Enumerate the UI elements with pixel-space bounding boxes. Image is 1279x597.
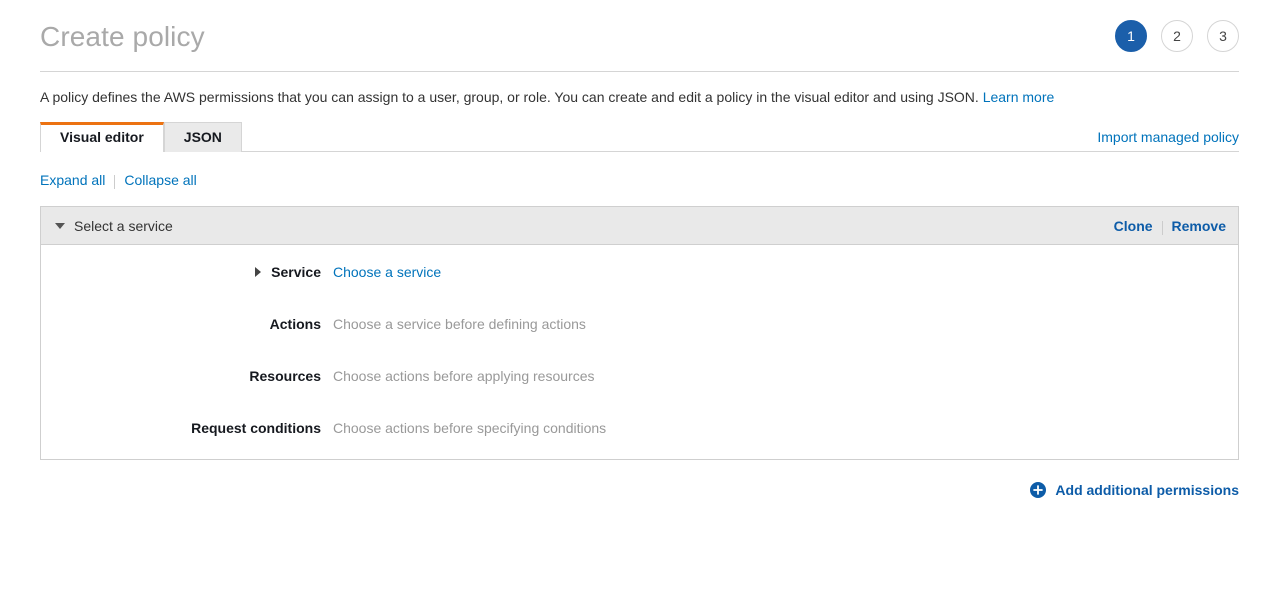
chevron-right-icon[interactable]: [255, 267, 262, 277]
add-additional-permissions-label: Add additional permissions: [1055, 482, 1239, 498]
clone-link[interactable]: Clone: [1114, 218, 1153, 234]
step-indicator-2[interactable]: 2: [1161, 19, 1193, 52]
actions-label: Actions: [269, 316, 321, 332]
remove-link[interactable]: Remove: [1172, 218, 1226, 234]
resources-placeholder: Choose actions before applying resources: [333, 368, 595, 384]
form-row-actions: Actions Choose a service before defining…: [41, 315, 1238, 333]
toolbar-divider: [114, 175, 116, 189]
step-indicator: 1 2 3: [1115, 19, 1239, 52]
step-indicator-3[interactable]: 3: [1207, 19, 1239, 52]
permission-block-actions: Clone Remove: [1114, 218, 1226, 235]
tab-visual-editor[interactable]: Visual editor: [40, 122, 164, 153]
form-row-request-conditions: Request conditions Choose actions before…: [41, 419, 1238, 437]
permission-block: Select a service Clone Remove Service Ch…: [40, 206, 1239, 460]
permission-block-title-group[interactable]: Select a service: [55, 218, 173, 234]
service-label: Service: [271, 264, 321, 280]
permission-block-title: Select a service: [74, 217, 173, 234]
collapse-all-link[interactable]: Collapse all: [124, 172, 196, 188]
service-label-group: Service: [41, 263, 333, 281]
tabbar-actions: Import managed policy: [1097, 129, 1239, 151]
resources-label: Resources: [249, 368, 321, 384]
card-action-divider: [1161, 220, 1163, 235]
add-additional-permissions-button[interactable]: Add additional permissions: [1030, 482, 1239, 498]
expand-all-link[interactable]: Expand all: [40, 172, 105, 188]
service-value: Choose a service: [333, 263, 441, 281]
chevron-down-icon[interactable]: [55, 222, 65, 229]
page-title: Create policy: [40, 20, 205, 52]
page-header: Create policy 1 2 3: [40, 0, 1239, 72]
editor-tabs: Visual editor JSON: [40, 121, 242, 153]
actions-placeholder: Choose a service before defining actions: [333, 316, 586, 332]
request-conditions-label: Request conditions: [191, 420, 321, 436]
step-indicator-1[interactable]: 1: [1115, 19, 1147, 52]
import-managed-policy-link[interactable]: Import managed policy: [1097, 129, 1239, 145]
plus-circle-icon: [1030, 482, 1047, 498]
page-description: A policy defines the AWS permissions tha…: [40, 72, 1239, 106]
description-text: A policy defines the AWS permissions tha…: [40, 89, 979, 105]
form-row-resources: Resources Choose actions before applying…: [41, 367, 1238, 385]
choose-a-service-link[interactable]: Choose a service: [333, 264, 441, 280]
editor-tabbar: Visual editor JSON Import managed policy: [40, 121, 1239, 153]
form-row-service: Service Choose a service: [41, 263, 1238, 281]
learn-more-link[interactable]: Learn more: [983, 89, 1055, 105]
expand-collapse-toolbar: Expand all Collapse all: [40, 152, 1239, 189]
permission-block-body: Service Choose a service Actions Choose …: [41, 245, 1238, 459]
tab-json[interactable]: JSON: [163, 122, 242, 152]
create-policy-page: Create policy 1 2 3 A policy defines the…: [0, 0, 1279, 498]
permission-block-header: Select a service Clone Remove: [41, 207, 1238, 245]
permission-footer: Add additional permissions: [40, 460, 1239, 498]
request-conditions-placeholder: Choose actions before specifying conditi…: [333, 420, 607, 436]
